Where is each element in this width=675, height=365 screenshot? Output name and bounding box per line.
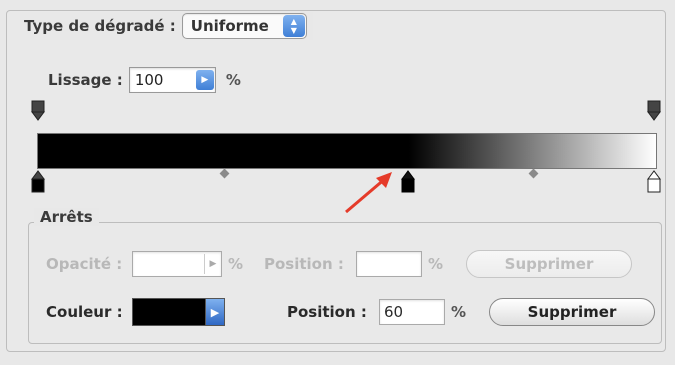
gradient-type-select[interactable]: Uniforme ▲ ▼ [181, 13, 307, 39]
smoothness-value: 100 [134, 71, 164, 89]
color-swatch-control[interactable]: ▶ [132, 298, 225, 326]
opacity-field[interactable]: ▶ [132, 251, 222, 277]
midpoint-diamond-1[interactable] [219, 168, 230, 179]
smoothness-row: Lissage : 100 ▶ % [48, 66, 241, 94]
opacity-position-unit: % [428, 255, 444, 273]
color-stop-left[interactable] [31, 170, 45, 194]
gradient-type-label: Type de dégradé : [24, 17, 176, 35]
smoothness-field[interactable]: 100 ▶ [128, 67, 216, 93]
opacity-row: Opacité : ▶ % Position : % Supprimer [46, 248, 632, 280]
color-swatch[interactable] [132, 298, 206, 326]
color-stop-right[interactable] [647, 170, 661, 194]
color-position-label: Position : [287, 303, 367, 321]
red-arrow-icon [345, 172, 392, 214]
opacity-position-label: Position : [264, 255, 344, 273]
gradient-preview-bar[interactable] [37, 133, 657, 169]
smoothness-label: Lissage : [48, 71, 123, 89]
color-position-field[interactable]: 60 [379, 299, 445, 325]
color-position-value: 60 [384, 303, 404, 321]
color-stop-selected[interactable] [401, 170, 415, 194]
midpoint-diamond-2[interactable] [528, 168, 539, 179]
opacity-stop-left[interactable] [31, 100, 45, 122]
play-right-icon[interactable]: ▶ [206, 298, 225, 326]
opacity-stop-right[interactable] [647, 100, 661, 122]
color-delete-button[interactable]: Supprimer [489, 298, 655, 326]
stops-legend: Arrêts [34, 208, 99, 226]
opacity-unit: % [228, 255, 244, 273]
play-right-icon[interactable]: ▶ [204, 254, 221, 274]
smoothness-unit: % [225, 71, 241, 89]
gradient-type-row: Type de dégradé : Uniforme ▲ ▼ [20, 12, 313, 40]
opacity-position-field[interactable] [356, 251, 422, 277]
color-label: Couleur : [46, 303, 123, 321]
up-down-arrows-icon: ▲ ▼ [282, 15, 305, 37]
play-right-icon[interactable]: ▶ [195, 70, 214, 90]
opacity-delete-button[interactable]: Supprimer [466, 250, 632, 278]
color-row: Couleur : ▶ Position : 60 % Supprimer [46, 296, 655, 328]
color-position-unit: % [451, 303, 467, 321]
gradient-type-value: Uniforme [190, 17, 269, 35]
opacity-label: Opacité : [46, 255, 123, 273]
